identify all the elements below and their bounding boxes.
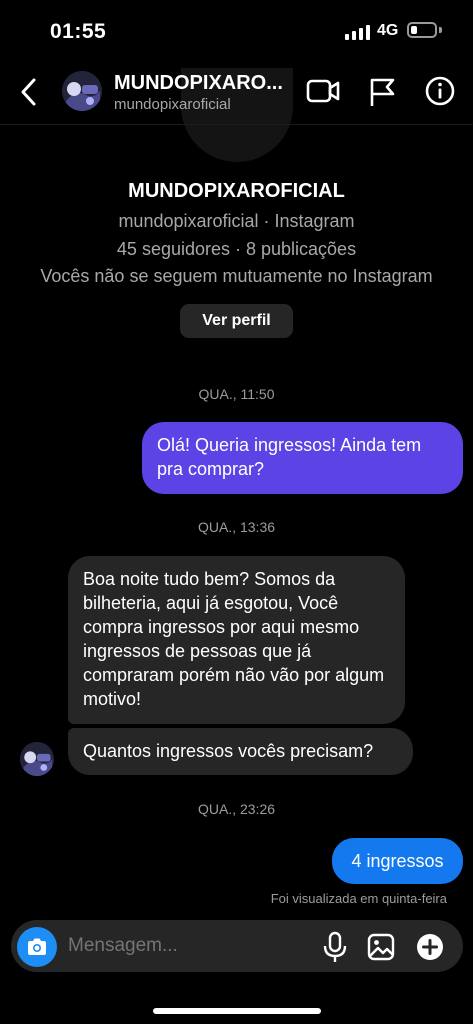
chat-username[interactable]: mundopixaroficial: [114, 96, 231, 113]
sent-message[interactable]: 4 ingressos: [332, 838, 463, 884]
message-timestamp: QUA., 13:36: [197, 519, 276, 535]
cell-signal-icon: [345, 24, 370, 40]
gallery-icon[interactable]: [366, 932, 396, 962]
status-time: 01:55: [50, 20, 107, 43]
view-profile-button[interactable]: Ver perfil: [180, 304, 293, 338]
chat-title[interactable]: MUNDOPIXARO...: [114, 72, 283, 95]
sent-message[interactable]: Olá! Queria ingressos! Ainda tem pra com…: [142, 422, 463, 494]
profile-relationship: Vocês não se seguem mutuamente no Instag…: [40, 266, 433, 286]
add-icon[interactable]: [415, 932, 445, 962]
flag-icon[interactable]: [366, 76, 398, 108]
message-timestamp: QUA., 23:26: [197, 801, 276, 817]
profile-stats: 45 seguidores · 8 publicações: [116, 239, 357, 259]
microphone-icon[interactable]: [322, 931, 348, 963]
battery-icon: [407, 22, 437, 38]
received-message[interactable]: Boa noite tudo bem? Somos da bilheteria,…: [68, 556, 405, 724]
message-timestamp: QUA., 11:50: [198, 386, 275, 402]
message-input[interactable]: [68, 934, 298, 958]
camera-icon[interactable]: [17, 927, 57, 967]
received-message[interactable]: Quantos ingressos vocês precisam?: [68, 728, 413, 775]
home-indicator: [153, 1008, 321, 1014]
info-icon[interactable]: [424, 75, 456, 107]
avatar[interactable]: [62, 71, 102, 111]
seen-status: Foi visualizada em quinta-feira: [270, 891, 447, 906]
profile-source: mundopixaroficial · Instagram: [118, 211, 355, 231]
battery-cap: [439, 27, 442, 33]
avatar[interactable]: [20, 742, 54, 776]
video-call-icon[interactable]: [306, 76, 340, 106]
back-chevron-icon[interactable]: [16, 74, 46, 110]
profile-name: MUNDOPIXAROFICIAL: [128, 180, 345, 202]
network-type: 4G: [377, 22, 399, 39]
header-divider: [0, 124, 473, 125]
